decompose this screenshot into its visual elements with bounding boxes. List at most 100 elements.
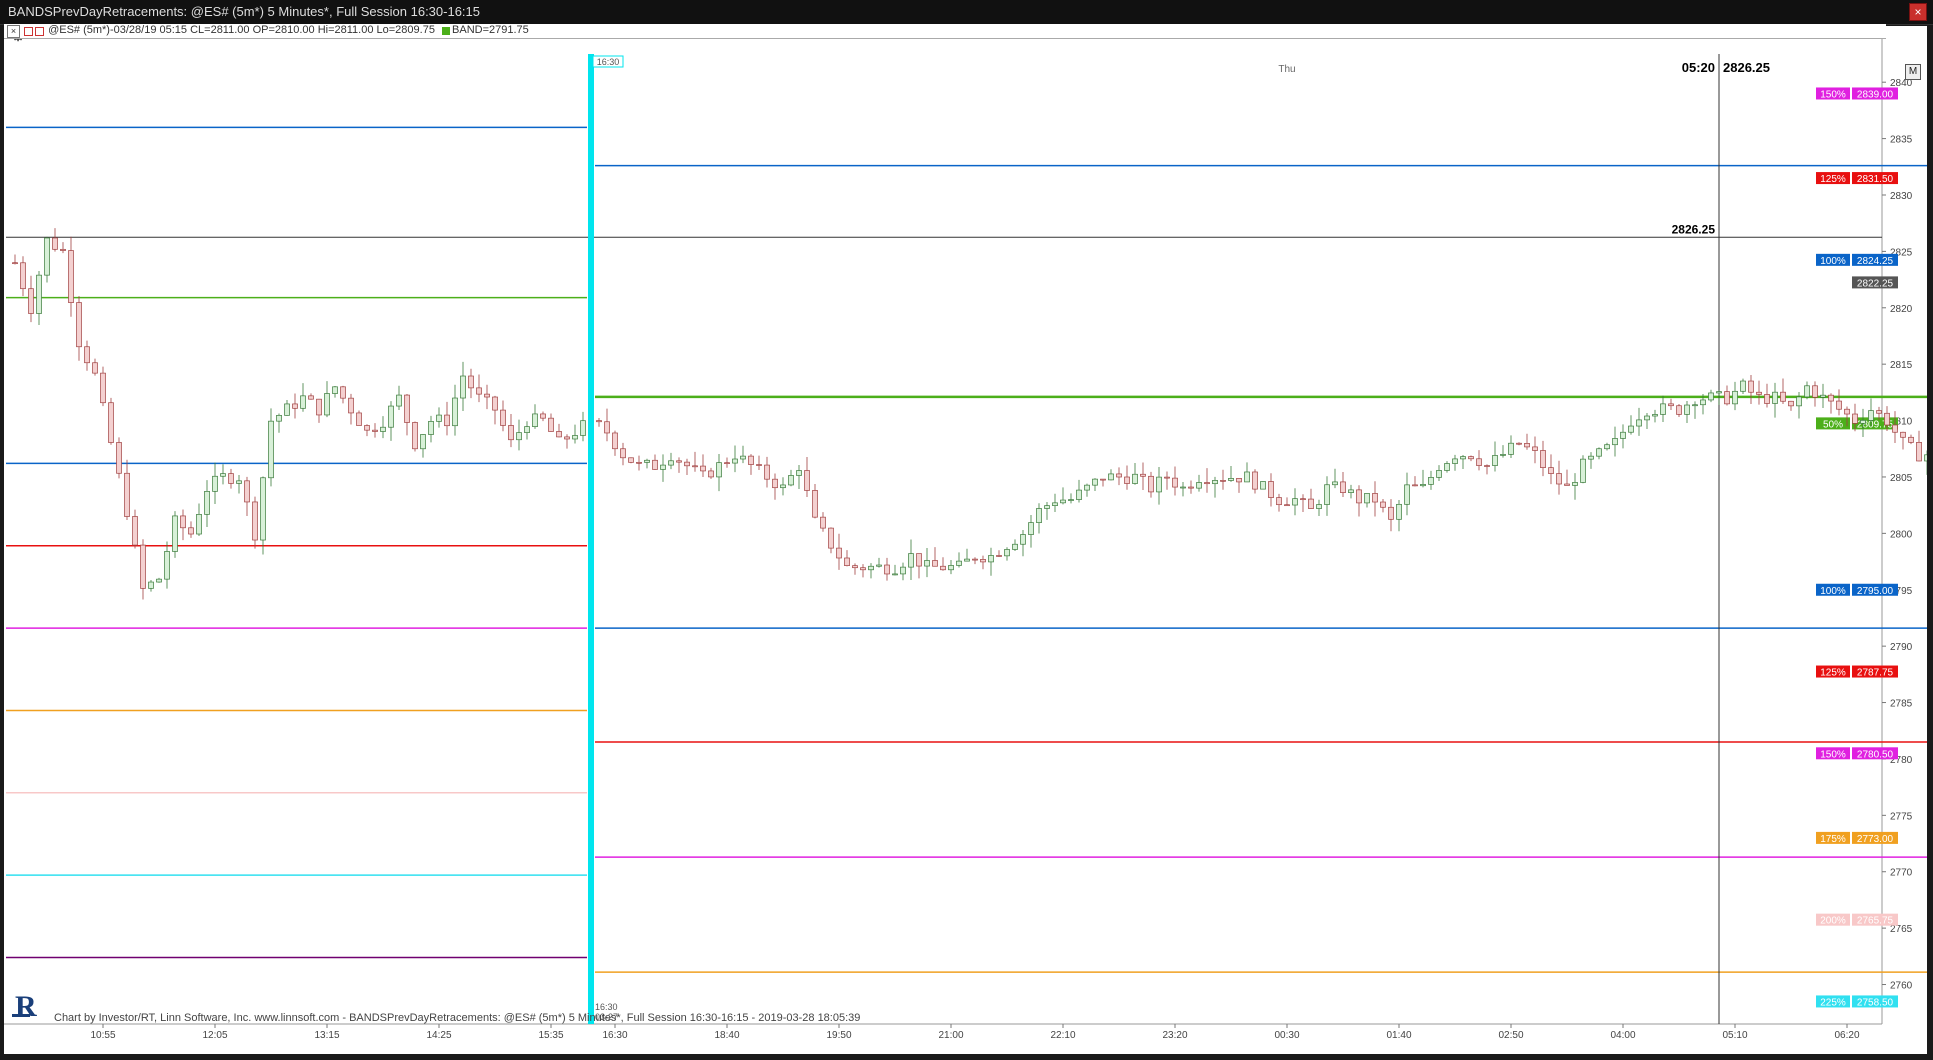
candle-body: [1596, 448, 1602, 457]
candle-body: [1508, 442, 1514, 455]
candle-body: [1828, 394, 1834, 402]
band-value: BAND=2791.75: [452, 24, 529, 36]
crosshair-left-price: 2826.25: [1672, 222, 1716, 236]
price-label: 2831.50: [1857, 174, 1894, 185]
candle-body: [404, 394, 410, 423]
candle-body: [836, 547, 842, 559]
session-label: 16:30: [597, 57, 620, 67]
candle-body: [1612, 438, 1618, 446]
candle-body: [444, 414, 450, 427]
candle-body: [956, 560, 962, 566]
candle-body: [1052, 502, 1058, 506]
candle-body: [1180, 486, 1186, 489]
candle-body: [1348, 489, 1354, 493]
candle-body: [1140, 473, 1146, 477]
candle-body: [644, 459, 650, 463]
candle-body: [1364, 493, 1370, 504]
candle-body: [612, 432, 618, 450]
y-tick-label: 2770: [1890, 868, 1913, 879]
candle-body: [1156, 476, 1162, 493]
window-titlebar: BANDSPrevDayRetracements: @ES# (5m*) 5 M…: [0, 0, 1933, 25]
price-chart[interactable]: 2760276527702775278027852790279528002805…: [4, 26, 1927, 1054]
y-tick-label: 2785: [1890, 699, 1913, 710]
candle-body: [1020, 534, 1026, 545]
candle-body: [684, 461, 690, 467]
candle-body: [308, 395, 314, 400]
candle-body: [788, 475, 794, 486]
x-tick-label: 06:20: [1834, 1030, 1859, 1041]
info-bar: × @ES# (5m*)-03/28/19 05:15 CL=2811.00 O…: [4, 24, 1886, 39]
candle-body: [1412, 484, 1418, 487]
candle-body: [812, 490, 818, 518]
candle-body: [908, 553, 914, 568]
candle-body: [252, 501, 258, 541]
candle-body: [156, 578, 162, 583]
candle-body: [1292, 498, 1298, 506]
candle-body: [1636, 419, 1642, 427]
pct-label: 150%: [1820, 749, 1846, 760]
candle-body: [1564, 483, 1570, 486]
candle-body: [220, 473, 226, 477]
candle-body: [548, 417, 554, 432]
candle-body: [1116, 473, 1122, 478]
candle-body: [1780, 391, 1786, 402]
window-close-button[interactable]: ×: [1909, 3, 1927, 21]
chart-area[interactable]: 2760 2765 2770 2775 2780 2785 2790 2795 2800 2805…: [4, 26, 1927, 1054]
candle-body: [1556, 473, 1562, 485]
candle-body: [1540, 450, 1546, 469]
candle-body: [1316, 504, 1322, 509]
candle-body: [1220, 480, 1226, 482]
candle-body: [484, 393, 490, 398]
candle-body: [1108, 473, 1114, 481]
maximize-m-button[interactable]: M: [1905, 64, 1921, 80]
candle-body: [1092, 478, 1098, 486]
candle-body: [596, 420, 602, 423]
candle-body: [1788, 400, 1794, 407]
candle-body: [1260, 481, 1266, 490]
candle-body: [1012, 543, 1018, 550]
candle-body: [876, 564, 882, 567]
candle-body: [1812, 385, 1818, 398]
pct-label: 50%: [1823, 419, 1843, 430]
candle-body: [1420, 484, 1426, 487]
candle-body: [428, 421, 434, 435]
candle-body: [844, 557, 850, 567]
indicator-icon: [35, 27, 44, 36]
candle-body: [324, 393, 330, 416]
candle-body: [1924, 454, 1927, 462]
candle-body: [460, 375, 466, 399]
x-tick-label: 21:00: [938, 1030, 963, 1041]
pct-label: 100%: [1820, 256, 1846, 267]
candle-body: [924, 560, 930, 567]
candle-body: [1380, 501, 1386, 508]
candle-body: [1844, 408, 1850, 415]
candle-body: [1468, 456, 1474, 460]
candle-body: [1340, 481, 1346, 493]
candle-body: [1124, 476, 1130, 484]
candle-body: [1436, 470, 1442, 478]
candle-body: [1580, 458, 1586, 483]
candle-body: [540, 413, 546, 419]
candle-body: [1100, 478, 1106, 481]
window-title: BANDSPrevDayRetracements: @ES# (5m*) 5 M…: [8, 4, 481, 19]
candle-body: [996, 555, 1002, 557]
linn-logo-icon: R: [12, 990, 37, 1022]
candle-body: [1676, 405, 1682, 415]
candle-body: [1284, 504, 1290, 507]
candle-body: [660, 464, 666, 470]
candle-body: [1300, 498, 1306, 501]
candle-body: [1756, 391, 1762, 395]
candle-body: [932, 560, 938, 567]
candle-body: [1572, 482, 1578, 486]
y-tick-label: 2760: [1890, 981, 1913, 992]
footer-caption: Chart by Investor/RT, Linn Software, Inc…: [54, 1012, 861, 1024]
candle-body: [780, 484, 786, 489]
candle-body: [1252, 471, 1258, 490]
candle-body: [1548, 467, 1554, 474]
candle-body: [1908, 436, 1914, 443]
candle-body: [940, 565, 946, 571]
candle-body: [44, 237, 50, 276]
candle-body: [12, 262, 18, 265]
close-pane-icon[interactable]: ×: [7, 25, 20, 38]
candle-body: [1004, 549, 1010, 557]
